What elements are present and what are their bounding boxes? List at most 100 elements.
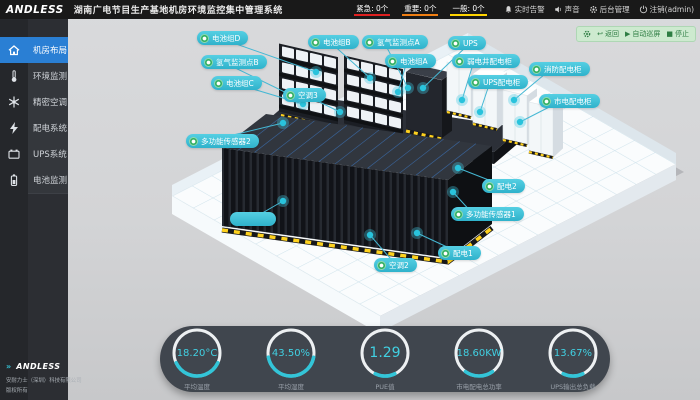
metric-gauge: 1.29 PUE值 bbox=[348, 327, 422, 391]
device-label-text: 电池组A bbox=[400, 56, 428, 67]
status-dot-icon bbox=[471, 78, 480, 87]
toolbar-item-label: 停止 bbox=[675, 29, 689, 39]
sidebar-item-label: 机房布局 bbox=[28, 37, 68, 64]
device-dot bbox=[414, 230, 420, 236]
metric-gauge: 18.60KW 市电配电总功率 bbox=[442, 327, 516, 391]
footer-chevron-icon: » bbox=[6, 362, 11, 371]
logout-icon bbox=[639, 5, 648, 14]
device-label-blank[interactable] bbox=[230, 212, 276, 226]
device-label[interactable]: 电池组C bbox=[211, 76, 262, 90]
device-label[interactable]: 多功能传感器1 bbox=[451, 207, 524, 221]
scene-toolbar-play[interactable]: ▶自动巡屏 bbox=[625, 29, 660, 39]
metric-label: 市电配电总功率 bbox=[456, 381, 502, 391]
device-label[interactable]: 弱电井配电柜 bbox=[452, 54, 520, 68]
device-label[interactable]: 空调2 bbox=[374, 258, 417, 272]
metric-gauge: 43.50%平均湿度 bbox=[254, 327, 328, 391]
device-label-text: 空调2 bbox=[389, 260, 409, 271]
left-sidebar: 机房布局环境监测精密空调配电系统UPS系统电池监测 » ANDLESS 安耐力士… bbox=[0, 19, 68, 400]
top-header-bar: ANDLESS 湖南广电节目生产基地机房环境监控集中管理系统 紧急: 0个重要:… bbox=[0, 0, 700, 19]
status-dot-icon bbox=[286, 91, 295, 100]
header-menu-logout[interactable]: 注销(admin) bbox=[639, 4, 694, 15]
device-label[interactable]: 市电配电柜 bbox=[539, 94, 600, 108]
device-label-text: 多功能传感器2 bbox=[201, 136, 251, 147]
scene-toolbar-stop[interactable]: ■停止 bbox=[666, 29, 689, 39]
device-label-text: 弱电井配电柜 bbox=[467, 56, 512, 67]
metric-value: 18.60KW bbox=[453, 327, 505, 379]
device-dot bbox=[450, 189, 456, 195]
status-dot-icon bbox=[189, 137, 198, 146]
metric-value: 43.50% bbox=[265, 327, 317, 379]
sidebar-item-ups-system[interactable]: UPS系统 bbox=[0, 141, 68, 167]
sidebar-item-battery-monitor[interactable]: 电池监测 bbox=[0, 167, 68, 193]
status-dot-icon bbox=[451, 39, 460, 48]
app-window: 电池组D 电池组B 氢气监测点A UPS 氢气监测点B 电池组A 弱电井配电柜消防配电柜电池… bbox=[0, 0, 700, 400]
device-label-text: 配电1 bbox=[453, 248, 473, 259]
status-dot-icon bbox=[365, 38, 374, 47]
device-label-text: 市电配电柜 bbox=[554, 96, 592, 107]
sidebar-item-label: 精密空调 bbox=[28, 89, 68, 116]
status-dot-icon bbox=[542, 97, 551, 106]
wall-front-left bbox=[172, 196, 380, 334]
stop-icon: ■ bbox=[666, 31, 673, 38]
status-dot-icon bbox=[311, 38, 320, 47]
status-dot-icon bbox=[204, 58, 213, 67]
device-dot bbox=[280, 198, 286, 204]
device-label-text: 电池组B bbox=[323, 37, 351, 48]
device-label[interactable]: 消防配电柜 bbox=[529, 62, 590, 76]
device-label[interactable]: 空调3 bbox=[283, 88, 326, 102]
sidebar-item-room-layout[interactable]: 机房布局 bbox=[0, 37, 68, 63]
fan-icon bbox=[0, 89, 28, 115]
floor-shadow bbox=[178, 52, 684, 324]
status-dot-icon bbox=[441, 249, 450, 258]
device-label[interactable]: 配电1 bbox=[438, 246, 481, 260]
bolt-icon bbox=[0, 115, 28, 141]
device-label[interactable]: UPS bbox=[448, 36, 486, 50]
device-label-text: 多功能传感器1 bbox=[466, 209, 516, 220]
status-dot-icon bbox=[455, 57, 464, 66]
device-label[interactable]: 电池组B bbox=[308, 35, 359, 49]
device-label[interactable]: UPS配电柜 bbox=[468, 75, 528, 89]
device-dot bbox=[477, 109, 483, 115]
undo-icon: ↩ bbox=[597, 31, 603, 38]
device-label[interactable]: 电池组A bbox=[385, 54, 436, 68]
header-menu-bell[interactable]: 实时告警 bbox=[504, 4, 545, 15]
metric-label: UPS输出总负载 bbox=[550, 381, 595, 391]
server-rack-row-near bbox=[222, 114, 492, 262]
device-label[interactable]: 氢气监测点B bbox=[201, 55, 267, 69]
scene-toolbar-undo[interactable]: ↩返回 bbox=[597, 29, 619, 39]
company-name: 安耐力士（深圳）科技有限公司 bbox=[6, 375, 82, 383]
sidebar-item-env-monitor[interactable]: 环境监测 bbox=[0, 63, 68, 89]
sidebar-item-power-dist[interactable]: 配电系统 bbox=[0, 115, 68, 141]
device-label-text: UPS配电柜 bbox=[483, 77, 520, 88]
sidebar-footer: » ANDLESS 安耐力士（深圳）科技有限公司 版权所有 bbox=[6, 354, 90, 394]
alarm-counter: 重要: 0个 bbox=[402, 3, 438, 16]
status-dot-icon bbox=[388, 57, 397, 66]
sidebar-item-precision-ac[interactable]: 精密空调 bbox=[0, 89, 68, 115]
status-dot-icon bbox=[200, 34, 209, 43]
device-dot bbox=[280, 120, 286, 126]
wall-front-right bbox=[380, 164, 676, 332]
metric-gauge: 13.67%UPS输出总负载 bbox=[536, 327, 610, 391]
play-icon: ▶ bbox=[625, 31, 630, 38]
metrics-bar: 18.20°C平均温度 43.50%平均湿度 1.29 PUE值 18.60KW 市电配电… bbox=[160, 326, 610, 392]
header-menu-sound[interactable]: 声音 bbox=[554, 4, 580, 15]
bell-icon bbox=[504, 5, 513, 14]
device-label[interactable]: 多功能传感器2 bbox=[186, 134, 259, 148]
thermometer-icon bbox=[0, 63, 28, 89]
status-dot-icon bbox=[454, 210, 463, 219]
metric-label: PUE值 bbox=[375, 381, 394, 391]
device-label[interactable]: 配电2 bbox=[482, 179, 525, 193]
device-label[interactable]: 电池组D bbox=[197, 31, 248, 45]
header-menu-gear[interactable]: 后台管理 bbox=[589, 4, 630, 15]
brand-logo: ANDLESS bbox=[0, 4, 74, 16]
header-menu-label: 后台管理 bbox=[600, 4, 630, 15]
metric-value: 1.29 bbox=[359, 327, 411, 379]
device-label[interactable]: 氢气监测点A bbox=[362, 35, 428, 49]
metric-gauge: 18.20°C平均温度 bbox=[160, 327, 234, 391]
view-settings-icon[interactable] bbox=[583, 30, 591, 38]
device-dot bbox=[517, 119, 523, 125]
sidebar-item-label: UPS系统 bbox=[28, 141, 68, 168]
device-dot bbox=[367, 232, 373, 238]
device-dot bbox=[420, 85, 426, 91]
status-dot-icon bbox=[377, 261, 386, 270]
